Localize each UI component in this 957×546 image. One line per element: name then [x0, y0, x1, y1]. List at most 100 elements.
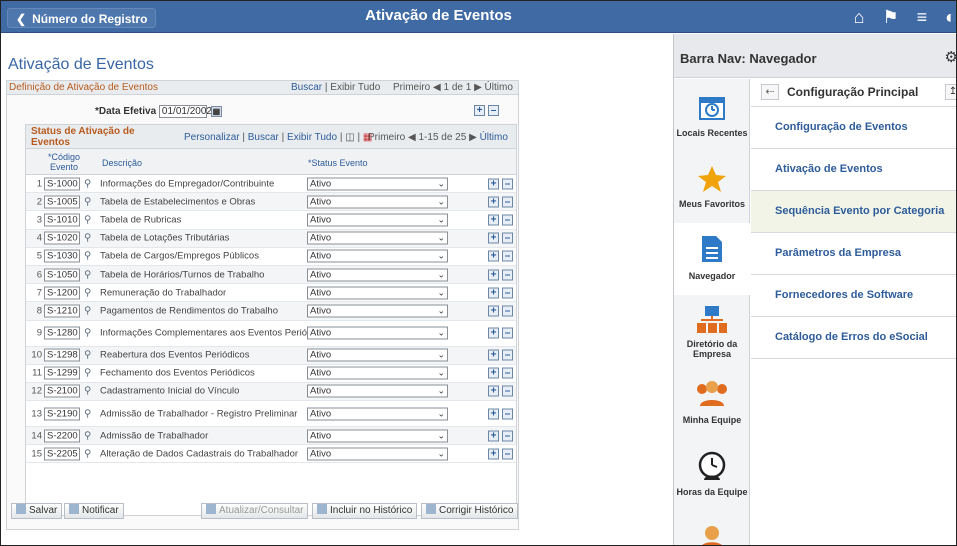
event-code-input[interactable]: S-1010	[44, 213, 80, 227]
lookup-icon[interactable]: ⚲	[84, 287, 91, 298]
delete-row-icon[interactable]: –	[502, 367, 513, 379]
tab-my-team[interactable]: Minha Equipe	[674, 367, 750, 439]
add-row-icon[interactable]: +	[488, 269, 499, 281]
include-history-button[interactable]: Incluir no Histórico	[312, 503, 418, 519]
home-icon[interactable]: ⌂	[854, 7, 865, 28]
delete-row-icon[interactable]: –	[502, 327, 513, 339]
calendar-icon[interactable]: ▦	[210, 106, 222, 117]
tab-recent-places[interactable]: Locais Recentes	[674, 79, 750, 151]
save-button[interactable]: Salvar	[11, 503, 63, 519]
event-status-select[interactable]: Ativo ⌄	[307, 384, 448, 398]
view-all-link[interactable]: Exibir Tudo	[330, 82, 380, 93]
delete-row-icon[interactable]: –	[502, 448, 513, 460]
event-status-select[interactable]: Ativo ⌄	[307, 286, 448, 300]
grid-find-link[interactable]: Buscar	[248, 132, 279, 143]
add-row-icon[interactable]: +	[488, 448, 499, 460]
add-row-icon[interactable]: +	[488, 385, 499, 397]
add-row-icon[interactable]: +	[488, 408, 499, 420]
add-row-icon[interactable]: +	[488, 367, 499, 379]
lookup-icon[interactable]: ⚲	[84, 386, 91, 397]
correct-history-button[interactable]: Corrigir Histórico	[421, 503, 519, 519]
add-row-icon[interactable]: +	[488, 232, 499, 244]
column-description[interactable]: Descrição	[102, 158, 142, 168]
lookup-icon[interactable]: ⚲	[84, 196, 91, 207]
lookup-icon[interactable]: ⚲	[84, 214, 91, 225]
delete-row-icon[interactable]: –	[502, 250, 513, 262]
event-code-input[interactable]: S-1005	[44, 195, 80, 209]
notify-button[interactable]: Notificar	[64, 503, 124, 519]
find-link[interactable]: Buscar	[291, 82, 322, 93]
lookup-icon[interactable]: ⚲	[84, 430, 91, 441]
event-code-input[interactable]: S-1020	[44, 231, 80, 245]
add-row-icon[interactable]: +	[488, 305, 499, 317]
event-code-input[interactable]: S-2205	[44, 447, 80, 461]
lookup-icon[interactable]: ⚲	[84, 251, 91, 262]
gear-icon[interactable]: ⚙	[945, 48, 956, 66]
flag-icon[interactable]: ⚑	[882, 7, 898, 28]
add-row-icon[interactable]: +	[488, 430, 499, 442]
lookup-icon[interactable]: ⚲	[84, 448, 91, 459]
delete-row-icon[interactable]: –	[502, 287, 513, 299]
delete-row-icon[interactable]: –	[502, 232, 513, 244]
add-row-icon[interactable]: +	[474, 105, 485, 116]
event-status-select[interactable]: Ativo ⌄	[307, 366, 448, 380]
column-status[interactable]: *Status Evento	[308, 158, 368, 168]
add-row-icon[interactable]: +	[488, 214, 499, 226]
event-code-input[interactable]: S-1050	[44, 268, 80, 282]
event-status-select[interactable]: Ativo ⌄	[307, 177, 448, 191]
zoom-icon[interactable]: ◫	[345, 132, 354, 143]
delete-row-icon[interactable]: –	[502, 305, 513, 317]
lookup-icon[interactable]: ⚲	[84, 305, 91, 316]
event-code-input[interactable]: S-2200	[44, 429, 80, 443]
add-row-icon[interactable]: +	[488, 250, 499, 262]
tab-favorites[interactable]: Meus Favoritos	[674, 151, 750, 223]
delete-row-icon[interactable]: –	[502, 385, 513, 397]
nav-item-software-vendors[interactable]: Fornecedores de Software	[751, 275, 956, 317]
column-code[interactable]: *Código Evento	[44, 152, 84, 172]
grid-view-all-link[interactable]: Exibir Tudo	[287, 132, 337, 143]
tab-company-directory[interactable]: Diretório da Empresa	[674, 295, 750, 367]
event-status-select[interactable]: Ativo ⌄	[307, 195, 448, 209]
nav-item-error-catalog[interactable]: Catálogo de Erros do eSocial	[751, 317, 956, 359]
tab-more[interactable]	[674, 511, 750, 545]
event-code-input[interactable]: S-2190	[44, 407, 80, 421]
event-status-select[interactable]: Ativo ⌄	[307, 348, 448, 362]
add-row-icon[interactable]: +	[488, 327, 499, 339]
nav-item-company-params[interactable]: Parâmetros da Empresa	[751, 233, 956, 275]
event-code-input[interactable]: S-1200	[44, 286, 80, 300]
event-status-select[interactable]: Ativo ⌄	[307, 213, 448, 227]
event-code-input[interactable]: S-1210	[44, 304, 80, 318]
delete-row-icon[interactable]: –	[502, 178, 513, 190]
lookup-icon[interactable]: ⚲	[84, 233, 91, 244]
lookup-icon[interactable]: ⚲	[84, 350, 91, 361]
delete-row-icon[interactable]: –	[502, 214, 513, 226]
tab-team-time[interactable]: Horas da Equipe	[674, 439, 750, 511]
delete-row-icon[interactable]: –	[502, 430, 513, 442]
lookup-icon[interactable]: ⚲	[84, 269, 91, 280]
delete-row-icon[interactable]: –	[502, 349, 513, 361]
event-status-select[interactable]: Ativo ⌄	[307, 249, 448, 263]
event-code-input[interactable]: S-1280	[44, 326, 80, 340]
event-code-input[interactable]: S-1030	[44, 249, 80, 263]
add-row-icon[interactable]: +	[488, 178, 499, 190]
first-link[interactable]: Primeiro	[393, 82, 430, 93]
event-status-select[interactable]: Ativo ⌄	[307, 304, 448, 318]
grid-last-link[interactable]: Último	[480, 132, 508, 143]
delete-row-icon[interactable]: –	[502, 196, 513, 208]
effective-date-input[interactable]: 01/01/2002	[158, 105, 212, 118]
event-status-select[interactable]: Ativo ⌄	[307, 407, 448, 421]
tab-navigator[interactable]: Navegador	[674, 223, 750, 295]
lookup-icon[interactable]: ⚲	[84, 368, 91, 379]
back-arrow-icon[interactable]: ⇠	[761, 84, 779, 100]
event-status-select[interactable]: Ativo ⌄	[307, 429, 448, 443]
add-row-icon[interactable]: +	[488, 287, 499, 299]
event-code-input[interactable]: S-2100	[44, 384, 80, 398]
nav-item-event-activation[interactable]: Ativação de Eventos	[751, 149, 956, 191]
delete-row-icon[interactable]: –	[502, 269, 513, 281]
lookup-icon[interactable]: ⚲	[84, 178, 91, 189]
event-status-select[interactable]: Ativo ⌄	[307, 268, 448, 282]
nav-item-event-sequence[interactable]: Sequência Evento por Categoria	[751, 191, 956, 233]
delete-row-icon[interactable]: –	[502, 408, 513, 420]
event-status-select[interactable]: Ativo ⌄	[307, 326, 448, 340]
grid-first-link[interactable]: Primeiro	[368, 132, 405, 143]
